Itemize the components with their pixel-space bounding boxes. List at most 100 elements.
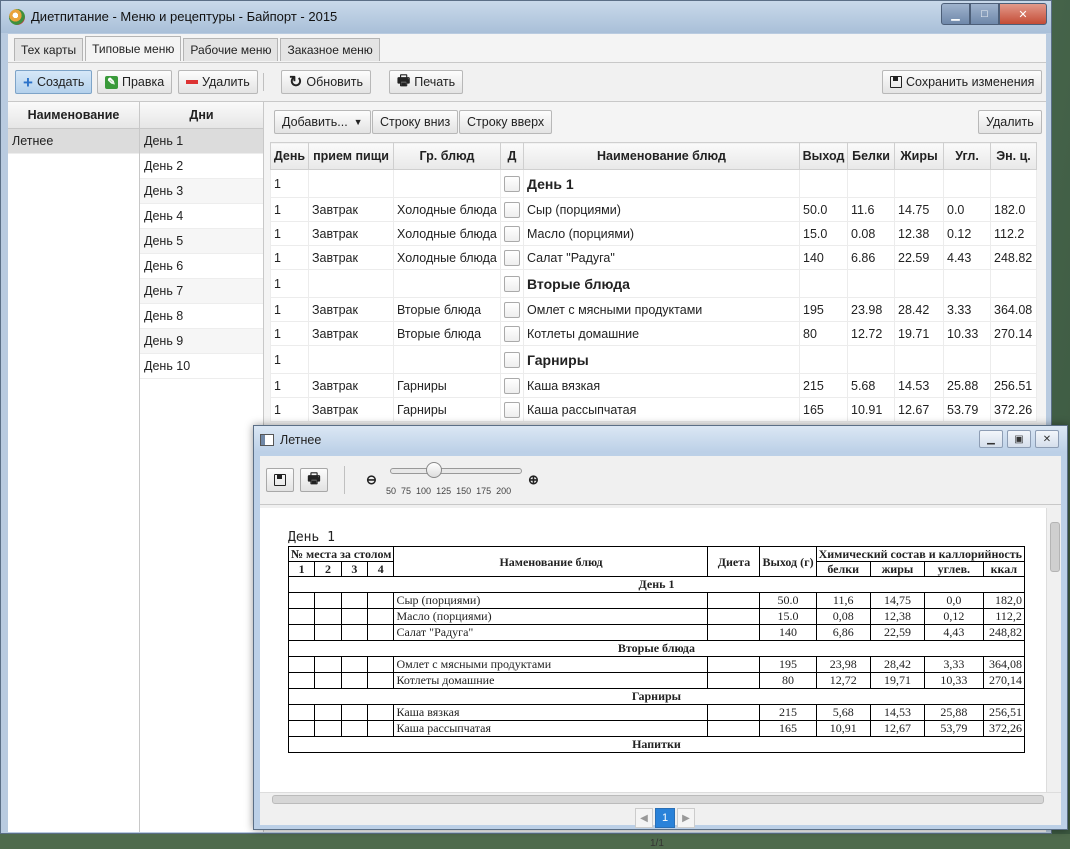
- delete-button[interactable]: Удалить: [178, 70, 258, 94]
- table-cell[interactable]: 1: [270, 345, 309, 374]
- table-cell[interactable]: [799, 169, 848, 198]
- table-cell[interactable]: 1: [270, 397, 309, 422]
- diet-checkbox[interactable]: [504, 351, 520, 368]
- table-cell[interactable]: Вторые блюда: [393, 321, 501, 346]
- table-cell[interactable]: Завтрак: [308, 197, 394, 222]
- table-cell[interactable]: 0.08: [847, 221, 895, 246]
- table-cell[interactable]: 248.82: [990, 245, 1037, 270]
- table-cell[interactable]: 28.42: [894, 297, 944, 322]
- day-item[interactable]: День 9: [140, 329, 263, 354]
- diet-cell[interactable]: [500, 345, 524, 374]
- table-cell[interactable]: День 1: [523, 169, 800, 198]
- table-cell[interactable]: [308, 269, 394, 298]
- table-cell[interactable]: Завтрак: [308, 245, 394, 270]
- table-cell[interactable]: Омлет с мясными продуктами: [523, 297, 800, 322]
- table-cell[interactable]: Холодные блюда: [393, 221, 501, 246]
- column-header[interactable]: Выход: [799, 142, 848, 170]
- table-cell[interactable]: 14.53: [894, 373, 944, 398]
- table-cell[interactable]: Завтрак: [308, 297, 394, 322]
- table-cell[interactable]: 364.08: [990, 297, 1037, 322]
- column-header[interactable]: Эн. ц.: [990, 142, 1037, 170]
- table-cell[interactable]: 1: [270, 297, 309, 322]
- table-cell[interactable]: 23.98: [847, 297, 895, 322]
- table-cell[interactable]: Завтрак: [308, 221, 394, 246]
- table-cell[interactable]: 6.86: [847, 245, 895, 270]
- table-cell[interactable]: 1: [270, 221, 309, 246]
- column-header[interactable]: Жиры: [894, 142, 944, 170]
- day-item[interactable]: День 3: [140, 179, 263, 204]
- table-cell[interactable]: 50.0: [799, 197, 848, 222]
- column-header[interactable]: Наименование блюд: [523, 142, 800, 170]
- day-item[interactable]: День 10: [140, 354, 263, 379]
- diet-checkbox[interactable]: [504, 201, 520, 218]
- refresh-button[interactable]: ↻ Обновить: [281, 70, 372, 94]
- table-cell[interactable]: 1: [270, 245, 309, 270]
- table-cell[interactable]: 80: [799, 321, 848, 346]
- scroll-thumb[interactable]: [1050, 522, 1060, 572]
- diet-checkbox[interactable]: [504, 225, 520, 242]
- table-row[interactable]: 1 Завтрак Гарниры Каша рассыпчатая 165 10.91 1…: [270, 397, 1037, 422]
- table-cell[interactable]: [799, 345, 848, 374]
- column-header[interactable]: День: [270, 142, 309, 170]
- table-cell[interactable]: 165: [799, 397, 848, 422]
- table-cell[interactable]: 12.67: [894, 397, 944, 422]
- table-cell[interactable]: [393, 345, 501, 374]
- minimize-button[interactable]: ▁: [941, 3, 970, 25]
- row-down-button[interactable]: Строку вниз: [372, 110, 459, 134]
- table-cell[interactable]: [943, 269, 991, 298]
- table-cell[interactable]: 10.33: [943, 321, 991, 346]
- table-cell[interactable]: [894, 345, 944, 374]
- day-item[interactable]: День 2: [140, 154, 263, 179]
- table-row[interactable]: 1 Завтрак Гарниры Каша вязкая 215 5.68 14.53 25…: [270, 373, 1037, 398]
- report-print-button[interactable]: 🖶: [300, 468, 328, 492]
- zoom-in-icon[interactable]: ⊕: [528, 472, 539, 488]
- menu-item[interactable]: Летнее: [8, 129, 139, 154]
- edit-button[interactable]: ✎ Правка: [97, 70, 173, 94]
- table-cell[interactable]: 19.71: [894, 321, 944, 346]
- table-cell[interactable]: Гарниры: [393, 397, 501, 422]
- day-item[interactable]: День 8: [140, 304, 263, 329]
- table-cell[interactable]: [990, 345, 1037, 374]
- table-cell[interactable]: 182.0: [990, 197, 1037, 222]
- maximize-button[interactable]: □: [970, 3, 999, 25]
- report-close-button[interactable]: ✕: [1035, 430, 1059, 448]
- table-cell[interactable]: 25.88: [943, 373, 991, 398]
- diet-cell[interactable]: [500, 373, 524, 398]
- table-cell[interactable]: Гарниры: [393, 373, 501, 398]
- diet-checkbox[interactable]: [504, 301, 520, 318]
- report-maximize-button[interactable]: ▣: [1007, 430, 1031, 448]
- table-cell[interactable]: Завтрак: [308, 397, 394, 422]
- diet-checkbox[interactable]: [504, 325, 520, 342]
- table-cell[interactable]: [799, 269, 848, 298]
- day-item[interactable]: День 6: [140, 254, 263, 279]
- current-page-button[interactable]: 1: [655, 808, 675, 828]
- table-cell[interactable]: Холодные блюда: [393, 245, 501, 270]
- table-cell[interactable]: [393, 169, 501, 198]
- table-cell[interactable]: 195: [799, 297, 848, 322]
- report-vertical-scrollbar[interactable]: [1046, 508, 1061, 792]
- table-cell[interactable]: [847, 269, 895, 298]
- column-header[interactable]: Угл.: [943, 142, 991, 170]
- table-cell[interactable]: [990, 269, 1037, 298]
- table-row[interactable]: 1 День 1: [270, 169, 1037, 198]
- table-cell[interactable]: 1: [270, 197, 309, 222]
- table-cell[interactable]: 256.51: [990, 373, 1037, 398]
- diet-cell[interactable]: [500, 221, 524, 246]
- day-item[interactable]: День 4: [140, 204, 263, 229]
- add-dropdown-button[interactable]: Добавить... ▼: [274, 110, 371, 134]
- row-up-button[interactable]: Строку вверх: [459, 110, 553, 134]
- column-header[interactable]: Д: [500, 142, 524, 170]
- table-cell[interactable]: [990, 169, 1037, 198]
- table-cell[interactable]: 1: [270, 373, 309, 398]
- prev-page-button[interactable]: ◀: [635, 808, 653, 828]
- table-cell[interactable]: [894, 269, 944, 298]
- table-cell[interactable]: [308, 345, 394, 374]
- table-cell[interactable]: [943, 169, 991, 198]
- table-cell[interactable]: 12.38: [894, 221, 944, 246]
- table-cell[interactable]: 1: [270, 321, 309, 346]
- table-cell[interactable]: 11.6: [847, 197, 895, 222]
- table-cell[interactable]: 15.0: [799, 221, 848, 246]
- diet-checkbox[interactable]: [504, 377, 520, 394]
- table-cell[interactable]: 53.79: [943, 397, 991, 422]
- table-cell[interactable]: [894, 169, 944, 198]
